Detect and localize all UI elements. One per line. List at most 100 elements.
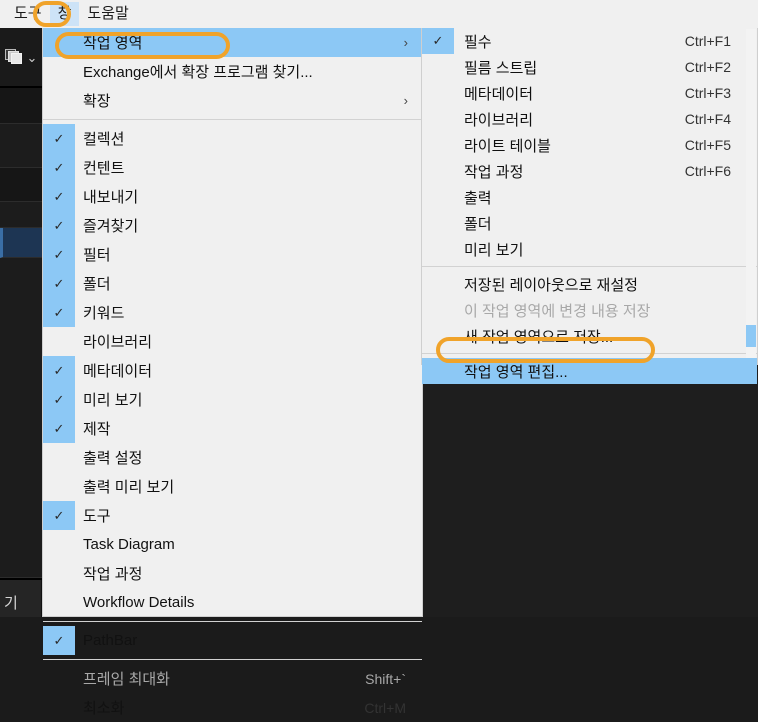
menu-item[interactable]: 출력 미리 보기 xyxy=(43,472,422,501)
check-slot xyxy=(422,358,454,384)
menu-bar: 도구 창 도움말 xyxy=(0,0,758,28)
menu-item-label: 필름 스트립 xyxy=(464,59,538,77)
menu-item[interactable]: Task Diagram xyxy=(43,530,422,559)
check-slot xyxy=(43,28,75,57)
menu-item-label: 미리 보기 xyxy=(464,241,524,259)
menu-separator xyxy=(43,621,422,622)
menu-item[interactable]: 확장 › xyxy=(43,86,422,115)
menu-item-label: Workflow Details xyxy=(83,594,195,611)
menubar-item-tools[interactable]: 도구 xyxy=(6,2,50,26)
menu-item[interactable]: ✓ 내보내기 xyxy=(43,182,422,211)
menu-item-label: 필터 xyxy=(83,247,111,264)
menu-item[interactable]: 메타데이터 Ctrl+F3 xyxy=(422,80,757,106)
check-slot xyxy=(43,693,75,722)
menu-item[interactable]: ✓ 즐겨찾기 xyxy=(43,211,422,240)
menu-item[interactable]: 라이브러리 Ctrl+F4 xyxy=(422,106,757,132)
menu-item: 이 작업 영역에 변경 내용 저장 xyxy=(422,297,757,323)
menu-item-label: 새 작업 영역으로 저장... xyxy=(464,328,614,346)
chevron-down-icon: ⌄ xyxy=(26,49,38,65)
menu-item[interactable]: 라이트 테이블 Ctrl+F5 xyxy=(422,132,757,158)
menu-item-label: Task Diagram xyxy=(83,536,175,553)
check-icon: ✓ xyxy=(43,182,75,211)
rail-row[interactable] xyxy=(0,88,42,124)
check-slot xyxy=(43,530,75,559)
menu-item-label: 저장된 레이아웃으로 재설정 xyxy=(464,276,638,294)
menu-item[interactable]: ✓ 제작 xyxy=(43,414,422,443)
menu-item-label: 컨텐트 xyxy=(83,160,125,177)
menubar-item-help[interactable]: 도움말 xyxy=(79,2,136,26)
menu-item[interactable]: 미리 보기 xyxy=(422,236,757,262)
rail-row[interactable] xyxy=(0,168,42,202)
check-slot xyxy=(43,472,75,501)
check-slot xyxy=(422,132,454,158)
menu-item-label: 작업 영역 xyxy=(83,35,143,52)
menu-item-label: 키워드 xyxy=(83,305,125,322)
menu-item-label: 제작 xyxy=(83,421,111,438)
menu-item[interactable]: ✓ PathBar xyxy=(43,626,422,655)
rail-row[interactable] xyxy=(0,258,42,578)
menu-item[interactable]: ✓ 컬렉션 xyxy=(43,124,422,153)
rail-row[interactable] xyxy=(0,202,42,228)
menu-item-label: 출력 xyxy=(464,189,492,207)
check-slot xyxy=(422,210,454,236)
workspace-submenu: ✓ 필수 Ctrl+F1 필름 스트립 Ctrl+F2 메타데이터 Ctrl+F3 라이브러리… xyxy=(421,28,758,384)
menu-separator xyxy=(43,119,422,120)
check-slot xyxy=(43,588,75,617)
menu-item[interactable]: 필름 스트립 Ctrl+F2 xyxy=(422,54,757,80)
menu-item-label: 작업 과정 xyxy=(83,566,143,583)
check-icon: ✓ xyxy=(43,298,75,327)
menu-item-label: 도구 xyxy=(83,508,111,525)
check-slot xyxy=(43,559,75,588)
menu-item-label: 메타데이터 xyxy=(464,85,534,103)
check-slot xyxy=(43,327,75,356)
menu-item-label: 메타데이터 xyxy=(83,363,153,380)
menu-item-shortcut: Ctrl+M xyxy=(364,699,406,716)
menu-item[interactable]: ✓ 도구 xyxy=(43,501,422,530)
menu-item[interactable]: ✓ 메타데이터 xyxy=(43,356,422,385)
menu-item-label: PathBar xyxy=(83,632,138,649)
menu-item-shortcut: Ctrl+F3 xyxy=(684,85,731,101)
check-icon: ✓ xyxy=(43,501,75,530)
menu-item[interactable]: ✓ 키워드 xyxy=(43,298,422,327)
menu-item[interactable]: 최소화 Ctrl+M xyxy=(43,693,422,722)
rail-row-selected[interactable] xyxy=(0,228,42,258)
menu-item[interactable]: ✓ 컨텐트 xyxy=(43,153,422,182)
check-icon: ✓ xyxy=(43,240,75,269)
rail-panel-selector[interactable]: ⌄ xyxy=(0,28,42,88)
menu-item[interactable]: 작업 영역 › xyxy=(43,28,422,57)
menu-item[interactable]: ✓ 필수 Ctrl+F1 xyxy=(422,28,757,54)
stack-panels-icon xyxy=(4,49,23,65)
menu-item-shortcut: Ctrl+F2 xyxy=(684,59,731,75)
menu-item-shortcut: Ctrl+F5 xyxy=(684,137,731,153)
menu-item-shortcut: Ctrl+F1 xyxy=(684,33,731,49)
check-slot xyxy=(43,86,75,115)
menu-item[interactable]: 작업 과정 Ctrl+F6 xyxy=(422,158,757,184)
menu-item[interactable]: 라이브러리 xyxy=(43,327,422,356)
menu-item[interactable]: 출력 xyxy=(422,184,757,210)
menu-item[interactable]: ✓ 폴더 xyxy=(43,269,422,298)
check-slot xyxy=(43,664,75,693)
check-slot xyxy=(422,271,454,297)
menu-item[interactable]: 출력 설정 xyxy=(43,443,422,472)
menu-item[interactable]: ✓ 미리 보기 xyxy=(43,385,422,414)
menu-item-label: 작업 영역 편집... xyxy=(464,363,568,381)
menu-separator xyxy=(422,353,757,354)
menu-item[interactable]: ✓ 필터 xyxy=(43,240,422,269)
menu-item[interactable]: 작업 과정 xyxy=(43,559,422,588)
menu-item[interactable]: Workflow Details xyxy=(43,588,422,617)
menu-item-label: 필수 xyxy=(464,33,492,51)
left-tool-rail: 기 xyxy=(0,0,42,617)
menu-item-label: 출력 설정 xyxy=(83,450,143,467)
menu-item[interactable]: 작업 영역 편집... xyxy=(422,358,757,384)
menu-item-label: 확장 xyxy=(83,93,111,110)
menu-item[interactable]: 폴더 xyxy=(422,210,757,236)
menu-item[interactable]: 새 작업 영역으로 저장... xyxy=(422,323,757,349)
menu-item-label: 미리 보기 xyxy=(83,392,143,409)
menu-item[interactable]: 저장된 레이아웃으로 재설정 xyxy=(422,271,757,297)
menu-item-label: 즐겨찾기 xyxy=(83,218,139,235)
menu-item-label: 내보내기 xyxy=(83,189,139,206)
menubar-item-window[interactable]: 창 xyxy=(49,2,80,26)
menu-item-shortcut: Ctrl+F6 xyxy=(684,163,731,179)
rail-row[interactable] xyxy=(0,124,42,168)
menu-item[interactable]: Exchange에서 확장 프로그램 찾기... xyxy=(43,57,422,86)
